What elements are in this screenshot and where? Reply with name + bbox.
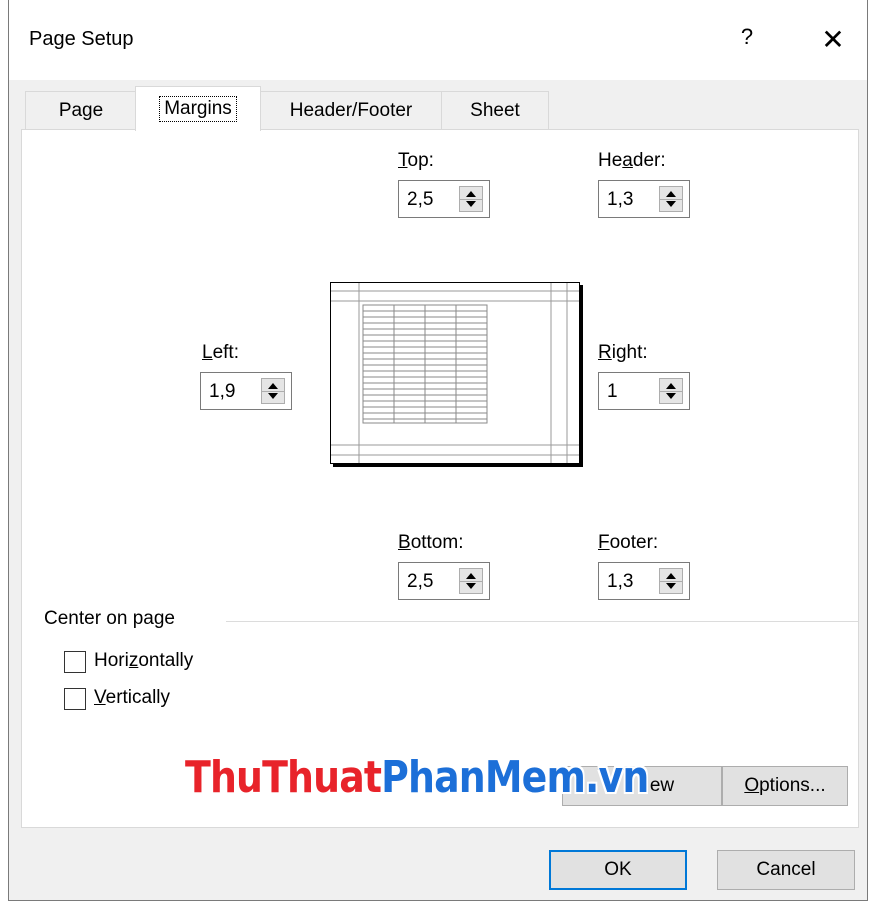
left-label: Left: <box>202 342 239 363</box>
bottom-margin-spinner[interactable]: 2,5 <box>398 562 490 600</box>
header-label: Header: <box>598 150 666 171</box>
header-margin-spinner[interactable]: 1,3 <box>598 180 690 218</box>
top-label: Top: <box>398 150 434 171</box>
left-margin-value: 1,9 <box>209 381 236 402</box>
left-margin-spinner[interactable]: 1,9 <box>200 372 292 410</box>
spin-down-icon <box>666 393 676 399</box>
spin-up-icon <box>666 383 676 389</box>
header-spin-arrows[interactable] <box>659 186 683 212</box>
top-margin-value: 2,5 <box>407 189 434 210</box>
top-spin-arrows[interactable] <box>459 186 483 212</box>
options-button[interactable]: Options... <box>722 766 848 806</box>
tab-margins[interactable]: Margins <box>135 86 261 131</box>
spin-up-icon <box>666 573 676 579</box>
spin-down-icon <box>466 583 476 589</box>
options-label: Options... <box>744 775 826 796</box>
top-margin-spinner[interactable]: 2,5 <box>398 180 490 218</box>
spin-down-icon <box>666 201 676 207</box>
tab-header-footer-label: Header/Footer <box>289 100 413 121</box>
vertically-label[interactable]: Vertically <box>94 687 170 709</box>
horizontally-label[interactable]: Horizontally <box>94 650 193 672</box>
right-margin-value: 1 <box>607 381 618 402</box>
footer-margin-value: 1,3 <box>607 571 634 592</box>
ok-button[interactable]: OK <box>549 850 687 890</box>
tab-page[interactable]: Page <box>25 91 137 130</box>
footer-label: Footer: <box>598 532 659 553</box>
bottom-spin-arrows[interactable] <box>459 568 483 594</box>
spin-down-icon <box>666 583 676 589</box>
title-bar: Page Setup ? ✕ <box>9 0 867 80</box>
spin-up-icon <box>268 383 278 389</box>
margins-panel: Top: 2,5 Header: 1,3 Left: 1,9 Right: 1 <box>21 129 859 828</box>
footer-margin-spinner[interactable]: 1,3 <box>598 562 690 600</box>
tab-sheet-label: Sheet <box>470 100 520 121</box>
group-divider <box>226 621 858 622</box>
right-label: Right: <box>598 342 648 363</box>
spin-down-icon <box>268 393 278 399</box>
tab-header-footer[interactable]: Header/Footer <box>259 91 443 130</box>
help-button[interactable]: ? <box>735 24 759 54</box>
spin-up-icon <box>466 191 476 197</box>
right-margin-spinner[interactable]: 1 <box>598 372 690 410</box>
dialog-title: Page Setup <box>29 28 134 50</box>
footer-spin-arrows[interactable] <box>659 568 683 594</box>
center-on-page-heading: Center on page <box>44 608 175 629</box>
horizontally-checkbox[interactable] <box>64 651 86 673</box>
vertically-checkbox[interactable] <box>64 688 86 710</box>
tab-page-label: Page <box>58 100 104 121</box>
print-preview-label: ew <box>649 775 675 796</box>
bottom-label: Bottom: <box>398 532 464 553</box>
tab-sheet[interactable]: Sheet <box>441 91 549 130</box>
left-spin-arrows[interactable] <box>261 378 285 404</box>
page-setup-dialog: Page Setup ? ✕ Page Margins Header/Foote… <box>8 0 868 901</box>
spin-up-icon <box>666 191 676 197</box>
page-preview-image <box>330 282 580 464</box>
cancel-button[interactable]: Cancel <box>717 850 855 890</box>
spin-down-icon <box>466 201 476 207</box>
close-button[interactable]: ✕ <box>813 20 853 60</box>
right-spin-arrows[interactable] <box>659 378 683 404</box>
bottom-margin-value: 2,5 <box>407 571 434 592</box>
watermark-logo: ThuThuatPhanMem.vn <box>185 752 649 803</box>
spin-up-icon <box>466 573 476 579</box>
header-margin-value: 1,3 <box>607 189 634 210</box>
tab-margins-label: Margins <box>159 96 237 122</box>
